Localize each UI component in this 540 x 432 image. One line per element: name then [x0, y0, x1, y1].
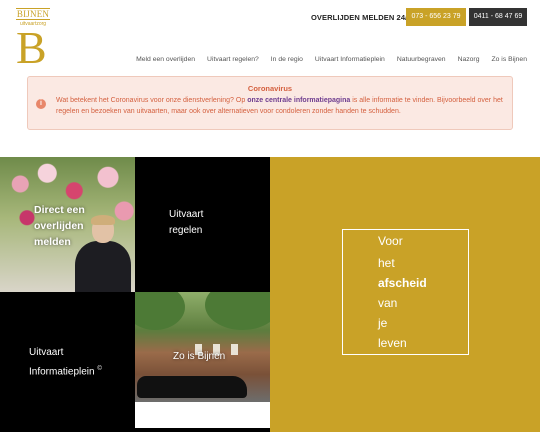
nav-item-informatieplein[interactable]: Uitvaart Informatieplein [315, 56, 385, 63]
hearse-photo [137, 376, 247, 398]
nav-item-nazorg[interactable]: Nazorg [458, 56, 480, 63]
tile-zo-is-bijnen-label: Zo is Bijnen [173, 351, 226, 362]
tagline-box: Voor het afscheid van je leven [342, 229, 469, 355]
tile-arrange-funeral[interactable]: Uitvaart regelen [135, 157, 270, 292]
tile-spacer [135, 402, 270, 432]
tagline-word: leven [378, 336, 407, 350]
tile-label-line: Informatieplein © [29, 361, 102, 380]
copyright-mark: © [97, 366, 102, 372]
tagline-word: Voor [378, 234, 403, 248]
logo-wordmark: BIJNEN [16, 8, 50, 20]
tile-label-line: melden [34, 236, 71, 248]
tagline-word: afscheid [378, 276, 427, 290]
nav-item-in-de-regio[interactable]: In de regio [271, 56, 303, 63]
tile-label-line: overlijden [34, 220, 84, 232]
nav-item-zo-is-bijnen[interactable]: Zo is Bijnen [491, 56, 527, 63]
tagline-word: je [378, 316, 388, 330]
logo[interactable]: BIJNEN uitvaartzorg B [16, 8, 50, 73]
tagline-word: van [378, 296, 398, 310]
nav-item-meld-overlijden[interactable]: Meld een overlijden [136, 56, 195, 63]
phone-button-den-bosch[interactable]: 073 - 656 23 79 [406, 8, 466, 26]
tile-informatieplein-label: Uitvaart Informatieplein © [29, 345, 102, 380]
notice-text: Wat betekent het Coronavirus voor onze d… [56, 95, 508, 117]
tile-arrange-funeral-label: Uitvaart regelen [169, 207, 203, 239]
phone-button-oss[interactable]: 0411 - 68 47 69 [469, 8, 527, 26]
house-window [231, 344, 238, 355]
tile-label-line: Direct een [34, 204, 85, 216]
nav-item-uitvaart-regelen[interactable]: Uitvaart regelen? [207, 56, 259, 63]
tile-label-line: Uitvaart [169, 209, 204, 220]
tagline-word: het [378, 256, 395, 270]
tile-label-text: Informatieplein [29, 366, 95, 378]
notice-title: Coronavirus [247, 84, 293, 93]
tile-informatieplein[interactable]: Uitvaart Informatieplein © [0, 292, 135, 432]
report-death-label: OVERLIJDEN MELDEN 24/7: [311, 13, 415, 22]
tree-shape [205, 292, 270, 330]
corona-notice: i Coronavirus Wat betekent het Coronavir… [27, 76, 513, 130]
tile-zo-is-bijnen[interactable]: Zo is Bijnen [135, 292, 270, 402]
logo-letter: B [16, 22, 47, 73]
tile-label-line: Uitvaart [29, 347, 64, 358]
nav-item-natuurbegraven[interactable]: Natuurbegraven [397, 56, 446, 63]
main-nav: Meld een overlijden Uitvaart regelen? In… [136, 56, 527, 63]
tile-label-line: regelen [169, 225, 203, 236]
notice-text-before: Wat betekent het Coronavirus voor onze d… [56, 97, 248, 104]
info-icon: i [36, 99, 46, 109]
tree-shape [135, 292, 185, 330]
tagline-panel: Voor het afscheid van je leven [270, 157, 540, 432]
tile-report-death-label: Direct een overlijden melden [34, 202, 85, 250]
tile-report-death[interactable]: Direct een overlijden melden [0, 157, 135, 292]
notice-link[interactable]: onze centrale informatiepagina [247, 97, 350, 104]
divider [135, 428, 270, 432]
